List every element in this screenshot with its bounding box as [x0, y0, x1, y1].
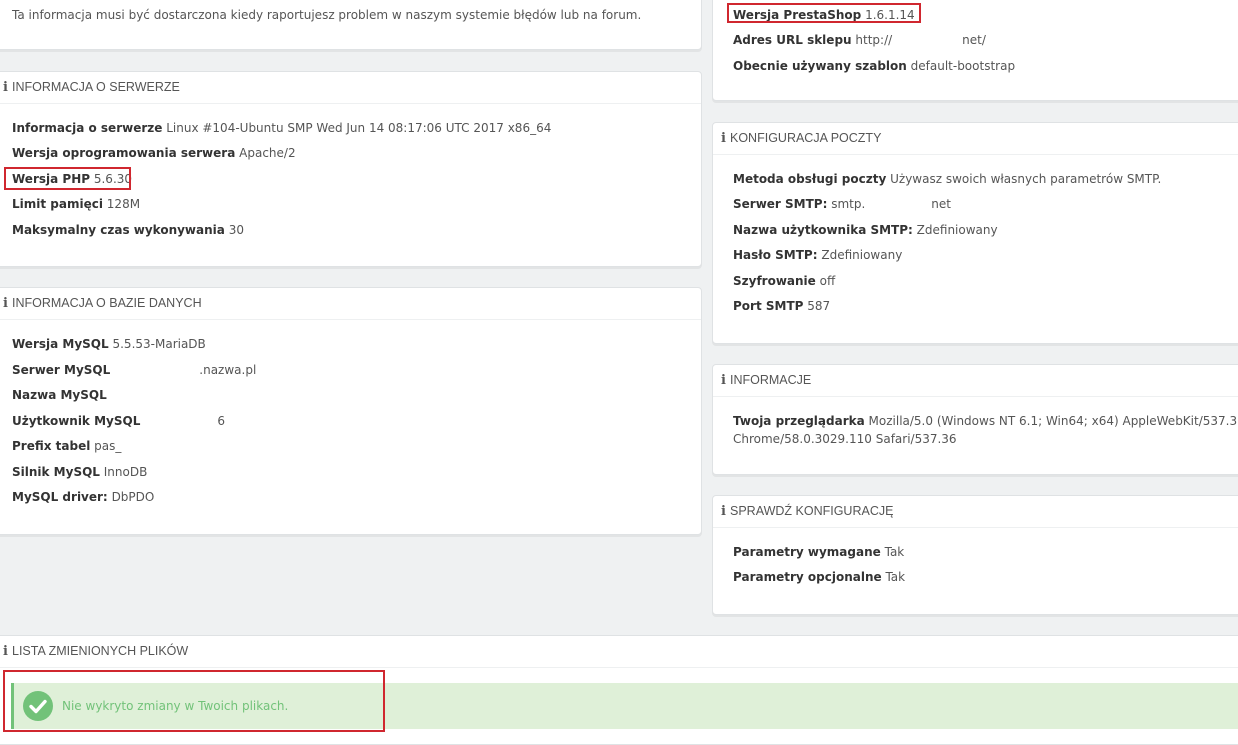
max-exec-time-row: Maksymalny czas wykonywania 30 — [12, 223, 244, 237]
shop-theme-row: Obecnie używany szablon default-bootstra… — [733, 59, 1016, 73]
server-info-row: Informacja o serwerze Linux #104-Ubuntu … — [12, 121, 552, 135]
top-note-panel: Ta informacja musi być dostarczona kiedy… — [0, 0, 702, 50]
smtp-password-row: Hasło SMTP: Zdefiniowany — [733, 248, 903, 262]
info-icon: i — [721, 504, 726, 519]
optional-params-row: Parametry opcjonalne Tak — [733, 570, 906, 584]
changed-files-heading: i LISTA ZMIENIONYCH PLIKÓW — [0, 636, 1238, 668]
database-info-panel: i INFORMACJA O BAZIE DANYCH Wersja MySQL … — [0, 287, 702, 535]
info-icon: i — [721, 373, 726, 388]
browser-row: Twoja przeglądarka Mozilla/5.0 (Windows … — [733, 414, 1238, 428]
mail-method-row: Metoda obsługi poczty Używasz swoich wła… — [733, 172, 1162, 186]
info-icon: i — [3, 296, 8, 311]
highlight-php-version — [4, 167, 131, 190]
smtp-encryption-row: Szyfrowanie off — [733, 274, 836, 288]
check-config-panel: i SPRAWDŹ KONFIGURACJĘ Parametry wymagane… — [712, 495, 1238, 615]
server-panel-heading: i INFORMACJA O SERWERZE — [0, 72, 701, 104]
information-panel: i INFORMACJE Twoja przeglądarka Mozilla/5… — [712, 364, 1238, 475]
highlight-shop-version — [727, 3, 921, 23]
info-icon: i — [3, 80, 8, 95]
mysql-user-row: Użytkownik MySQL 6 — [12, 414, 225, 428]
mail-config-panel: i KONFIGURACJA POCZTY Metoda obsługi pocz… — [712, 122, 1238, 344]
mail-panel-heading: i KONFIGURACJA POCZTY — [713, 123, 1238, 155]
mysql-version-row: Wersja MySQL 5.5.53-MariaDB — [12, 337, 206, 351]
top-note: Ta informacja musi być dostarczona kiedy… — [12, 8, 642, 22]
mysql-server-row: Serwer MySQL .nazwa.pl — [12, 363, 257, 377]
smtp-port-row: Port SMTP 587 — [733, 299, 831, 313]
shop-url-row: Adres URL sklepu http://net/ — [733, 33, 986, 47]
browser-row-cont: Chrome/58.0.3029.110 Safari/537.36 — [733, 432, 957, 446]
server-software-row: Wersja oprogramowania serwera Apache/2 — [12, 146, 296, 160]
database-panel-heading: i INFORMACJA O BAZIE DANYCH — [0, 288, 701, 320]
highlight-changed-files — [3, 670, 385, 732]
smtp-user-row: Nazwa użytkownika SMTP: Zdefiniowany — [733, 223, 998, 237]
check-panel-heading: i SPRAWDŹ KONFIGURACJĘ — [713, 496, 1238, 528]
memory-limit-row: Limit pamięci 128M — [12, 197, 141, 211]
info-icon: i — [721, 131, 726, 146]
mysql-name-row: Nazwa MySQL — [12, 388, 107, 402]
mysql-engine-row: Silnik MySQL InnoDB — [12, 465, 148, 479]
required-params-row: Parametry wymagane Tak — [733, 545, 905, 559]
information-panel-heading: i INFORMACJE — [713, 365, 1238, 397]
table-prefix-row: Prefix tabel pas_ — [12, 439, 122, 453]
mysql-driver-row: MySQL driver: DbPDO — [12, 490, 155, 504]
info-icon: i — [3, 644, 8, 659]
smtp-server-row: Serwer SMTP: smtp. net — [733, 197, 951, 211]
